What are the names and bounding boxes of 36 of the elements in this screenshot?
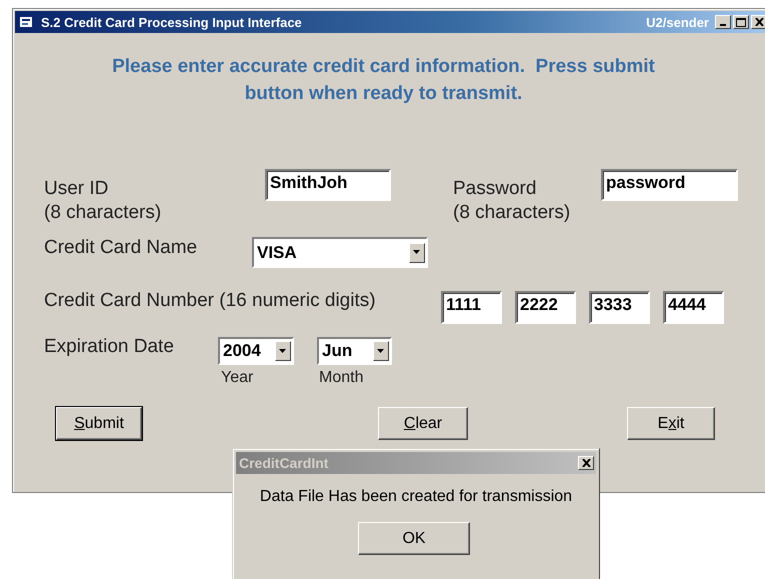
ok-button[interactable]: OK <box>358 522 470 555</box>
dropdown-caption: Month <box>319 369 364 387</box>
field-label: Credit Card Number (16 numeric digits) <box>44 289 377 313</box>
field-label: Password <box>453 177 538 201</box>
dropdown[interactable]: Jun <box>317 337 392 365</box>
minimize-button[interactable] <box>715 15 731 29</box>
input-field[interactable]: 4444 <box>663 291 724 324</box>
field-label: User ID <box>44 177 110 201</box>
user-label: U2/sender <box>646 14 709 30</box>
dropdown[interactable]: VISA <box>252 237 428 268</box>
action-button[interactable]: Clear <box>378 407 468 440</box>
app-icon <box>19 15 35 29</box>
input-field[interactable]: SmithJoh <box>265 169 391 201</box>
field-label: Credit Card Name <box>44 236 198 260</box>
dialog-title: CreditCardInt <box>239 455 330 471</box>
input-field[interactable]: password <box>601 169 738 201</box>
maximize-button[interactable] <box>733 15 749 29</box>
input-field[interactable]: 3333 <box>589 291 650 324</box>
close-button[interactable] <box>578 456 594 470</box>
field-hint: (8 characters) <box>453 201 572 225</box>
instruction-text: Please enter accurate credit card information. Press submit <box>111 55 656 79</box>
dropdown-caption: Year <box>221 369 254 387</box>
close-icon <box>754 18 764 26</box>
close-icon <box>582 459 590 467</box>
field-hint: (8 characters) <box>44 201 162 225</box>
field-label: Expiration Date <box>44 335 175 359</box>
instruction-text: button when ready to transmit. <box>244 82 524 106</box>
input-field[interactable]: 1111 <box>441 291 502 324</box>
maximize-icon <box>736 18 746 26</box>
dropdown[interactable]: 2004 <box>218 337 294 365</box>
dialog-message: Data File Has been created for transmission <box>258 488 574 506</box>
input-field[interactable]: 2222 <box>515 291 576 324</box>
action-button[interactable]: Exit <box>627 407 715 440</box>
close-button[interactable] <box>751 15 765 29</box>
action-button[interactable]: Submit <box>56 407 142 440</box>
window-title: S.2 Credit Card Processing Input Interface <box>41 14 303 30</box>
